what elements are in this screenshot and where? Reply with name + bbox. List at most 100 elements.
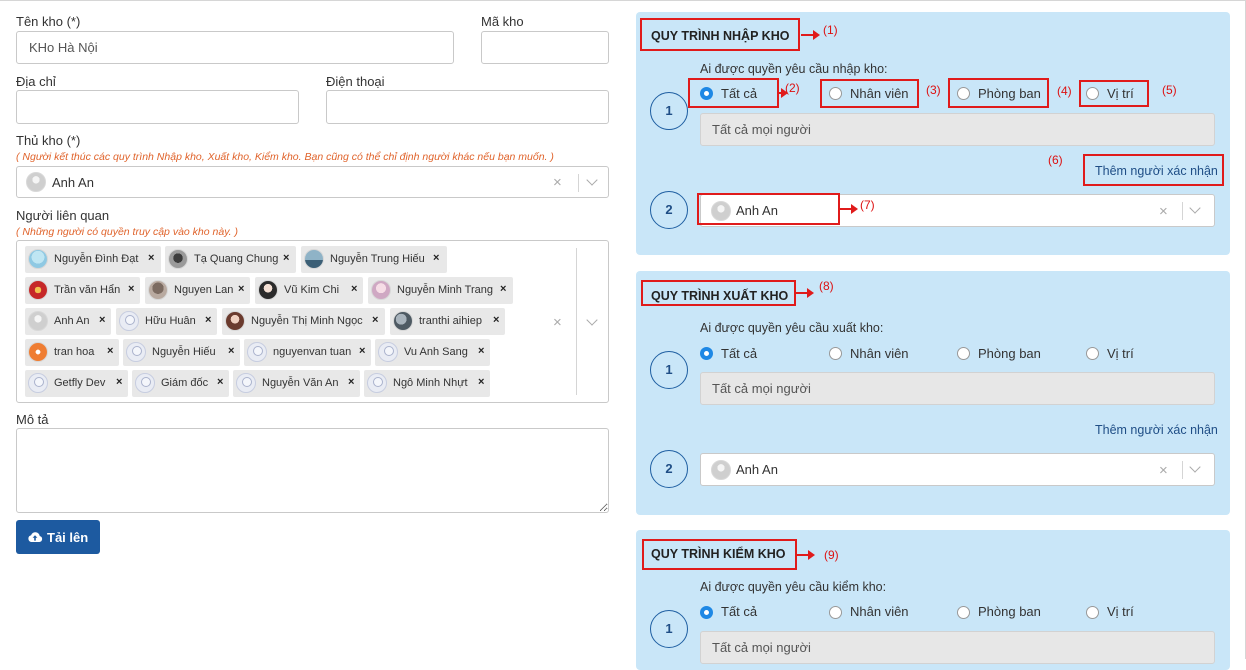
upload-button-label: Tải lên [47, 530, 89, 545]
person-tag: Nguyễn Văn An × [233, 370, 360, 397]
import-question: Ai được quyền yêu cầu nhập kho: [700, 62, 888, 76]
radio-department[interactable] [957, 606, 970, 619]
radio-position[interactable] [1086, 347, 1099, 360]
approver-name: Anh An [736, 462, 778, 477]
clear-approver-icon[interactable]: × [1159, 204, 1168, 219]
remove-tag-icon[interactable]: × [433, 252, 439, 264]
annotation-box [948, 78, 1049, 108]
radio-position-label: Vị trí [1107, 346, 1134, 361]
step-badge-1: 1 [650, 92, 688, 130]
step-badge-2: 2 [650, 450, 688, 488]
person-tag: nguyenvan tuan × [244, 339, 371, 366]
related-people-select[interactable]: Nguyễn Đình Đạt × Tạ Quang Chung × Nguyễ… [16, 240, 609, 403]
related-chevron-down-icon[interactable] [586, 314, 598, 326]
person-tag: Hữu Huân × [116, 308, 217, 335]
annotation-box [642, 539, 797, 570]
remove-tag-icon[interactable]: × [107, 345, 113, 357]
everyone-info-box: Tất cả mọi người [700, 113, 1215, 146]
approver-chevron-down-icon[interactable] [1189, 202, 1201, 214]
add-confirmer-link[interactable]: Thêm người xác nhận [1095, 423, 1218, 437]
person-avatar [258, 280, 278, 300]
annotation-label: (7) [860, 198, 875, 212]
warehouse-code-input[interactable] [481, 31, 609, 64]
description-label: Mô tả [16, 412, 49, 427]
approver-chevron-down-icon[interactable] [1189, 461, 1201, 473]
person-avatar [119, 311, 139, 331]
phone-input[interactable] [326, 90, 609, 124]
export-question: Ai được quyền yêu cầu xuất kho: [700, 321, 884, 335]
remove-tag-icon[interactable]: × [238, 283, 244, 295]
everyone-info-box: Tất cả mọi người [700, 631, 1215, 664]
person-avatar [378, 342, 398, 362]
remove-tag-icon[interactable]: × [99, 314, 105, 326]
related-people-hint: ( Những người có quyền truy cập vào kho … [16, 226, 238, 238]
remove-tag-icon[interactable]: × [351, 283, 357, 295]
annotation-label: (2) [785, 81, 800, 95]
annotation-box [1083, 154, 1224, 186]
person-avatar [168, 249, 188, 269]
person-tag: Anh An × [25, 308, 111, 335]
remove-tag-icon[interactable]: × [283, 252, 289, 264]
remove-tag-icon[interactable]: × [348, 376, 354, 388]
remove-tag-icon[interactable]: × [500, 283, 506, 295]
clear-related-icon[interactable]: × [553, 315, 562, 330]
remove-tag-icon[interactable]: × [148, 252, 154, 264]
annotation-box [641, 280, 796, 306]
annotation-box [688, 78, 779, 108]
person-tag: Nguyễn Thị Minh Ngọc × [222, 308, 385, 335]
remove-tag-icon[interactable]: × [478, 345, 484, 357]
remove-tag-icon[interactable]: × [217, 376, 223, 388]
person-avatar [28, 373, 48, 393]
person-avatar [28, 249, 48, 269]
warehouse-name-input[interactable] [16, 31, 454, 64]
radio-staff[interactable] [829, 347, 842, 360]
person-avatar [148, 280, 168, 300]
step-badge-1: 1 [650, 610, 688, 648]
remove-tag-icon[interactable]: × [205, 314, 211, 326]
radio-staff-label: Nhân viên [850, 346, 909, 361]
step-badge-1: 1 [650, 351, 688, 389]
remove-tag-icon[interactable]: × [128, 283, 134, 295]
remove-tag-icon[interactable]: × [493, 314, 499, 326]
keeper-chevron-down-icon[interactable] [586, 174, 598, 186]
radio-department-label: Phòng ban [978, 346, 1041, 361]
annotation-box [640, 18, 800, 51]
person-avatar [371, 280, 391, 300]
annotation-label: (9) [824, 548, 839, 562]
person-tag: Nguyễn Trung Hiếu × [301, 246, 447, 273]
person-tag: Trần văn Hẩn × [25, 277, 140, 304]
upload-button[interactable]: Tải lên [16, 520, 100, 554]
select-divider [578, 174, 579, 192]
clear-approver-icon[interactable]: × [1159, 463, 1168, 478]
remove-tag-icon[interactable]: × [228, 345, 234, 357]
radio-all[interactable] [700, 606, 713, 619]
annotation-label: (8) [819, 279, 834, 293]
annotation-box [1079, 80, 1149, 107]
person-tag: tran hoa × [25, 339, 119, 366]
warehouse-keeper-label: Thủ kho (*) [16, 133, 81, 148]
radio-department[interactable] [957, 347, 970, 360]
radio-staff[interactable] [829, 606, 842, 619]
description-textarea[interactable] [16, 428, 609, 513]
remove-tag-icon[interactable]: × [372, 314, 378, 326]
warehouse-keeper-select[interactable]: Anh An × [16, 166, 609, 198]
keeper-name: Anh An [52, 175, 94, 190]
annotation-arrow [840, 204, 858, 214]
clear-keeper-icon[interactable]: × [553, 175, 562, 190]
radio-position[interactable] [1086, 606, 1099, 619]
person-tag: Ngô Minh Nhựt × [364, 370, 490, 397]
address-input[interactable] [16, 90, 299, 124]
annotation-arrow [801, 30, 820, 40]
remove-tag-icon[interactable]: × [116, 376, 122, 388]
person-avatar [247, 342, 267, 362]
radio-all-label: Tất cả [721, 346, 758, 361]
approver-avatar [711, 460, 731, 480]
remove-tag-icon[interactable]: × [478, 376, 484, 388]
annotation-label: (4) [1057, 84, 1072, 98]
address-label: Địa chỉ [16, 74, 56, 89]
radio-all[interactable] [700, 347, 713, 360]
person-avatar [236, 373, 256, 393]
approver-select[interactable]: Anh An × [700, 453, 1215, 486]
remove-tag-icon[interactable]: × [359, 345, 365, 357]
person-tag: Nguyễn Minh Trang × [368, 277, 513, 304]
